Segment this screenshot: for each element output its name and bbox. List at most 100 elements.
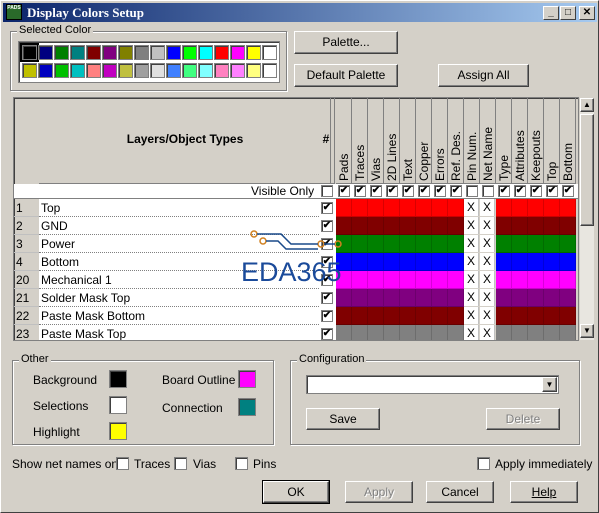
scroll-up-button[interactable]: ▲ [580,98,594,112]
row-visible-checkbox[interactable]: ✔ [321,310,333,322]
row-color-cell[interactable] [544,325,560,340]
row-x-cell[interactable]: X [464,253,479,270]
row-color-cell[interactable] [448,199,464,217]
color-swatch[interactable] [38,63,53,78]
row-color-cell[interactable] [496,199,512,217]
grid-scrollbar[interactable]: ▲ ▼ [579,97,595,341]
row-color-cell[interactable] [384,217,400,235]
row-color-cell[interactable] [336,289,352,307]
vias-checkbox[interactable] [174,457,187,470]
table-row[interactable]: 21 Solder Mask Top ✔ X X [14,289,578,307]
row-color-cell[interactable] [560,289,576,307]
background-color-swatch[interactable] [109,370,127,388]
row-color-cell[interactable] [416,253,432,271]
color-swatch[interactable] [118,45,133,60]
row-color-cell[interactable] [384,289,400,307]
row-color-cell[interactable] [352,271,368,289]
row-color-cell[interactable] [560,325,576,340]
row-color-cell[interactable] [544,307,560,325]
color-swatch[interactable] [22,63,37,78]
row-color-cell[interactable] [400,253,416,271]
row-color-cell[interactable] [448,253,464,271]
default-palette-button[interactable]: Default Palette [294,64,398,87]
color-swatch[interactable] [102,45,117,60]
row-color-cell[interactable] [544,271,560,289]
help-button[interactable]: Help [510,481,578,503]
color-swatch[interactable] [54,45,69,60]
visible-only-checkbox[interactable]: ✔ [338,185,350,197]
row-color-cell[interactable] [432,325,448,340]
visible-only-checkbox[interactable]: ✔ [450,185,462,197]
row-color-cell[interactable] [352,253,368,271]
visible-only-checkbox[interactable]: ✔ [514,185,526,197]
row-color-cell[interactable] [448,289,464,307]
row-color-cell[interactable] [384,253,400,271]
row-color-cell[interactable] [368,271,384,289]
row-color-cell[interactable] [400,199,416,217]
configuration-dropdown[interactable]: ▼ [306,375,559,394]
row-color-cell[interactable] [400,235,416,253]
visible-only-checkbox[interactable]: ✔ [546,185,558,197]
pins-checkbox[interactable] [235,457,248,470]
row-color-cell[interactable] [432,289,448,307]
selections-color-swatch[interactable] [109,396,127,414]
row-color-cell[interactable] [512,235,528,253]
row-color-cell[interactable] [528,253,544,271]
row-x-cell[interactable]: X [480,325,495,340]
visible-only-checkbox[interactable]: ✔ [498,185,510,197]
row-visible-checkbox[interactable]: ✔ [321,292,333,304]
row-x-cell[interactable]: X [480,235,495,252]
visible-only-checkbox[interactable]: ✔ [402,185,414,197]
visible-only-checkbox[interactable]: ✔ [434,185,446,197]
color-swatch[interactable] [262,63,277,78]
layers-grid[interactable]: Layers/Object Types # Pads Traces Vias 2D L… [13,97,579,341]
color-swatch[interactable] [102,63,117,78]
row-color-cell[interactable] [368,307,384,325]
color-swatch[interactable] [54,63,69,78]
row-color-cell[interactable] [336,307,352,325]
row-color-cell[interactable] [384,325,400,340]
connection-color-swatch[interactable] [238,398,256,416]
row-color-cell[interactable] [512,307,528,325]
row-color-cell[interactable] [352,307,368,325]
row-x-cell[interactable]: X [464,235,479,252]
row-color-cell[interactable] [384,271,400,289]
row-x-cell[interactable]: X [464,307,479,324]
row-color-cell[interactable] [400,217,416,235]
row-color-cell[interactable] [432,199,448,217]
minimize-button[interactable]: _ [543,6,559,20]
color-swatch[interactable] [86,63,101,78]
row-color-cell[interactable] [448,307,464,325]
table-row[interactable]: 23 Paste Mask Top ✔ X X [14,325,578,340]
row-color-cell[interactable] [496,289,512,307]
color-swatch[interactable] [70,45,85,60]
color-swatch[interactable] [166,63,181,78]
row-color-cell[interactable] [400,325,416,340]
row-x-cell[interactable]: X [480,253,495,270]
row-color-cell[interactable] [448,325,464,340]
row-x-cell[interactable]: X [464,325,479,340]
row-color-cell[interactable] [400,307,416,325]
row-color-cell[interactable] [496,253,512,271]
row-color-cell[interactable] [528,271,544,289]
color-swatch[interactable] [230,63,245,78]
color-swatch[interactable] [246,63,261,78]
row-color-cell[interactable] [368,289,384,307]
row-color-cell[interactable] [368,199,384,217]
row-visible-checkbox[interactable]: ✔ [321,202,333,214]
row-color-cell[interactable] [544,289,560,307]
visible-only-checkbox[interactable]: ✔ [562,185,574,197]
row-x-cell[interactable]: X [480,199,495,216]
row-color-cell[interactable] [336,199,352,217]
color-swatch[interactable] [20,43,39,62]
row-color-cell[interactable] [496,235,512,253]
row-color-cell[interactable] [416,307,432,325]
board-outline-color-swatch[interactable] [238,370,256,388]
row-color-cell[interactable] [496,307,512,325]
visible-only-checkbox[interactable]: ✔ [530,185,542,197]
visible-only-checkbox[interactable]: ✔ [370,185,382,197]
color-swatch[interactable] [38,45,53,60]
apply-button[interactable]: Apply [345,481,413,503]
row-x-cell[interactable]: X [480,289,495,306]
row-color-cell[interactable] [528,289,544,307]
